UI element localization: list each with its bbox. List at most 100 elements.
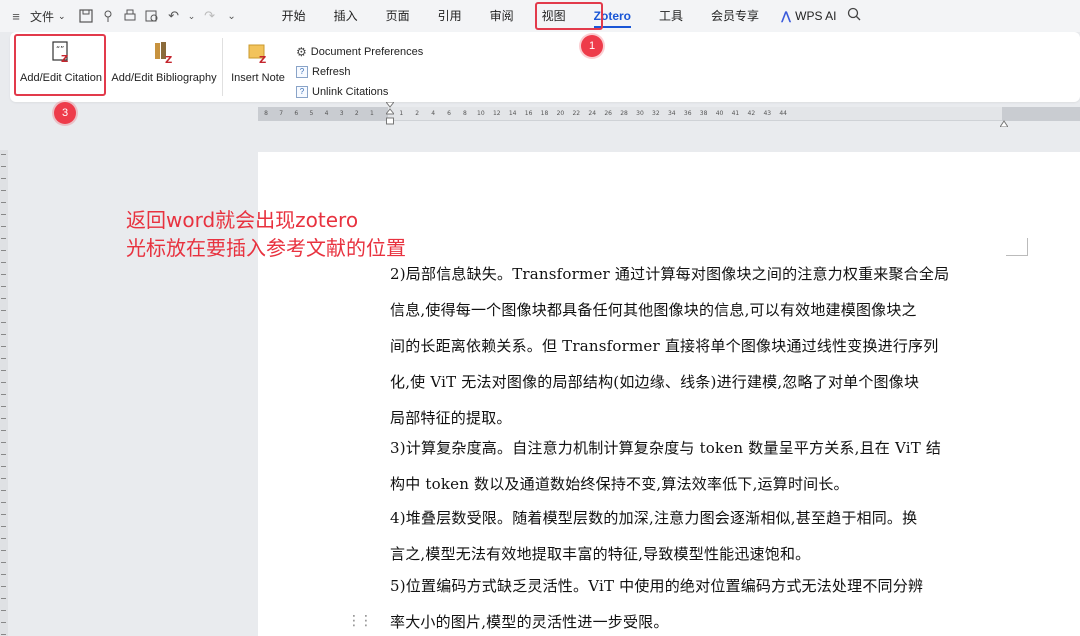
- undo-dropdown-icon[interactable]: ⌄: [188, 8, 196, 24]
- export-icon[interactable]: [100, 8, 116, 24]
- vertical-ruler-tick: [1, 262, 6, 263]
- add-edit-bibliography-label: Add/Edit Bibliography: [111, 72, 217, 84]
- print-icon[interactable]: [122, 8, 138, 24]
- paragraph-layer-limit[interactable]: 4)堆叠层数受限。随着模型层数的加深,注意力图会逐渐相似,甚至趋于相同。换 言之…: [390, 500, 1004, 572]
- search-icon[interactable]: [847, 7, 861, 26]
- refresh-button[interactable]: ? Refresh: [296, 62, 423, 82]
- note-icon: Z: [248, 44, 266, 64]
- vertical-ruler-tick: [1, 490, 6, 491]
- vertical-ruler-tick: [1, 370, 6, 371]
- unlink-citations-label: Unlink Citations: [312, 86, 389, 98]
- insert-note-button[interactable]: Z Insert Note: [226, 40, 290, 84]
- drag-handle-icon[interactable]: ⋮⋮: [347, 612, 373, 629]
- vertical-ruler-tick: [1, 238, 6, 239]
- ruler-tick-label: 22: [572, 110, 581, 117]
- ruler-tick-label: 6: [294, 110, 299, 117]
- ruler-tick-label: 18: [540, 110, 549, 117]
- tab-member[interactable]: 会员专享: [697, 0, 773, 32]
- text-line: 言之,模型无法有效地提取丰富的特征,导致模型性能迅速饱和。: [390, 545, 811, 563]
- ruler-right-indent-marker[interactable]: [999, 114, 1009, 128]
- ribbon-divider: [222, 38, 223, 96]
- add-edit-bibliography-button[interactable]: Z Add/Edit Bibliography: [108, 40, 220, 84]
- annotation-line-2: 光标放在要插入参考文献的位置: [126, 236, 406, 260]
- zotero-small-actions: ⚙ Document Preferences ? Refresh ? Unlin…: [296, 42, 423, 102]
- quick-access-toolbar: ≡ 文件 ⌄ ↶ ⌄ ↷ ⌄: [0, 8, 240, 25]
- ruler-tick-label: 40: [715, 110, 724, 117]
- ruler-tick-label: 7: [279, 110, 284, 117]
- text-line: 构中 token 数以及通道数始终保持不变,算法效率低下,运算时间长。: [390, 475, 849, 493]
- vertical-ruler-tick: [1, 406, 6, 407]
- tab-review[interactable]: 审阅: [476, 0, 528, 32]
- instruction-annotation: 返回word就会出现zotero 光标放在要插入参考文献的位置: [126, 206, 406, 262]
- vertical-ruler-tick: [1, 214, 6, 215]
- document-preferences-label: Document Preferences: [310, 46, 424, 58]
- vertical-ruler[interactable]: [0, 150, 8, 636]
- vertical-ruler-tick: [1, 574, 6, 575]
- svg-text:Z: Z: [259, 55, 266, 64]
- zotero-ribbon: “” Z Add/Edit Citation Z Add/Edit Biblio…: [10, 32, 1080, 102]
- paragraph-local-info[interactable]: 2)局部信息缺失。Transformer 通过计算每对图像块之间的注意力权重来聚…: [390, 256, 1004, 436]
- tab-tools[interactable]: 工具: [645, 0, 697, 32]
- ruler-tick-label: 24: [588, 110, 597, 117]
- annotation-line-1: 返回word就会出现zotero: [126, 208, 359, 232]
- wps-ai-button[interactable]: ⋀ WPS AI: [773, 9, 844, 23]
- add-citation-highlight: [14, 34, 106, 96]
- vertical-ruler-tick: [1, 514, 6, 515]
- tab-home[interactable]: 开始: [268, 0, 320, 32]
- paragraph-position-encoding[interactable]: 5)位置编码方式缺乏灵活性。ViT 中使用的绝对位置编码方式无法处理不同分辨 率…: [390, 568, 1004, 636]
- vertical-ruler-tick: [1, 610, 6, 611]
- ruler-tick-label: 2: [354, 110, 359, 117]
- ruler-tick-label: 6: [447, 110, 451, 117]
- ruler-tick-label: 8: [463, 110, 467, 117]
- undo-icon[interactable]: ↶: [166, 8, 182, 24]
- vertical-ruler-tick: [1, 478, 6, 479]
- horizontal-ruler[interactable]: 8 7 6 5 4 3 2 1 1 2 4 6 8 10 12 14 16 18 20 22 24 26 28 30 32 34 3…: [258, 107, 1080, 121]
- document-preferences-button[interactable]: ⚙ Document Preferences: [296, 42, 423, 62]
- unlink-citations-button[interactable]: ? Unlink Citations: [296, 82, 423, 102]
- ruler-tick-label: 34: [667, 110, 676, 117]
- text-line: 间的长距离依赖关系。但 Transformer 直接将单个图像块通过线性变换进行…: [390, 337, 939, 355]
- redo-icon[interactable]: ↷: [202, 8, 218, 24]
- vertical-ruler-tick: [1, 346, 6, 347]
- step-badge-3: 3: [54, 102, 76, 124]
- text-line: 化,使 ViT 无法对图像的局部结构(如边缘、线条)进行建模,忽略了对单个图像块: [390, 373, 920, 391]
- vertical-ruler-tick: [1, 178, 6, 179]
- more-chevron-icon[interactable]: ⌄: [224, 8, 240, 24]
- vertical-ruler-tick: [1, 538, 6, 539]
- file-menu[interactable]: 文件 ⌄: [30, 8, 66, 25]
- tab-page[interactable]: 页面: [372, 0, 424, 32]
- vertical-ruler-tick: [1, 322, 6, 323]
- tab-insert[interactable]: 插入: [320, 0, 372, 32]
- ruler-tick-label: 41: [731, 110, 740, 117]
- ribbon-tabs: 开始 插入 页面 引用 审阅 视图 Zotero 工具 会员专享: [268, 0, 773, 32]
- ruler-tick-label: 4: [431, 110, 436, 117]
- text-line: 4)堆叠层数受限。随着模型层数的加深,注意力图会逐渐相似,甚至趋于相同。换: [390, 509, 918, 527]
- file-menu-label: 文件: [30, 9, 55, 24]
- paragraph-complexity[interactable]: 3)计算复杂度高。自注意力机制计算复杂度与 token 数量呈平方关系,且在 V…: [390, 430, 1004, 502]
- tab-references[interactable]: 引用: [424, 0, 476, 32]
- chevron-down-icon: ⌄: [58, 10, 66, 21]
- wps-ai-icon: ⋀: [781, 9, 792, 23]
- ruler-tick-label: 28: [620, 110, 628, 117]
- ruler-tick-label: 3: [339, 110, 344, 117]
- ruler-tick-label: 38: [699, 110, 708, 117]
- vertical-ruler-tick: [1, 298, 6, 299]
- text-line: 3)计算复杂度高。自注意力机制计算复杂度与 token 数量呈平方关系,且在 V…: [390, 439, 942, 457]
- vertical-ruler-tick: [1, 586, 6, 587]
- text-line: 率大小的图片,模型的灵活性进一步受限。: [390, 613, 669, 631]
- ruler-tick-label: 1: [399, 110, 404, 117]
- ruler-tick-label: 42: [747, 110, 756, 117]
- save-icon[interactable]: [78, 8, 94, 24]
- vertical-ruler-tick: [1, 466, 6, 467]
- vertical-ruler-tick: [1, 418, 6, 419]
- print-preview-icon[interactable]: [144, 8, 160, 24]
- vertical-ruler-tick: [1, 622, 6, 623]
- vertical-ruler-tick: [1, 190, 6, 191]
- vertical-ruler-tick: [1, 202, 6, 203]
- ruler-tick-label: 1: [370, 110, 374, 117]
- vertical-ruler-tick: [1, 382, 6, 383]
- ruler-indent-marker[interactable]: [384, 101, 396, 126]
- vertical-ruler-tick: [1, 454, 6, 455]
- hamburger-menu-icon[interactable]: ≡: [8, 8, 24, 24]
- step-badge-1: 1: [581, 35, 603, 57]
